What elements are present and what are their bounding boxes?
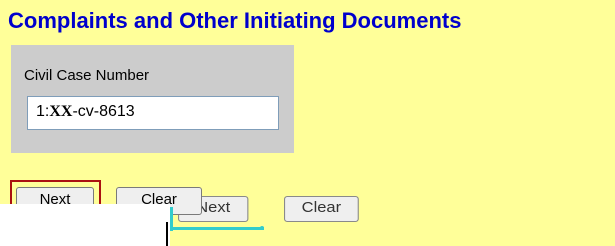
case-number-panel: Civil Case Number 1:XX-cv-8613 xyxy=(11,45,294,153)
case-number-suffix: -cv-8613 xyxy=(72,103,135,120)
text-cursor-line xyxy=(166,222,168,246)
case-number-input[interactable]: 1:XX-cv-8613 xyxy=(27,96,279,130)
cyan-selection-mark xyxy=(170,207,264,231)
page: Complaints and Other Initiating Document… xyxy=(0,0,615,246)
case-number-prefix: 1: xyxy=(36,103,50,120)
page-title: Complaints and Other Initiating Document… xyxy=(8,8,462,33)
clear-button-ghost[interactable]: Clear xyxy=(284,196,359,222)
case-number-xx: XX xyxy=(49,103,73,120)
case-number-label: Civil Case Number xyxy=(24,67,150,84)
white-overlay-band xyxy=(0,204,170,246)
